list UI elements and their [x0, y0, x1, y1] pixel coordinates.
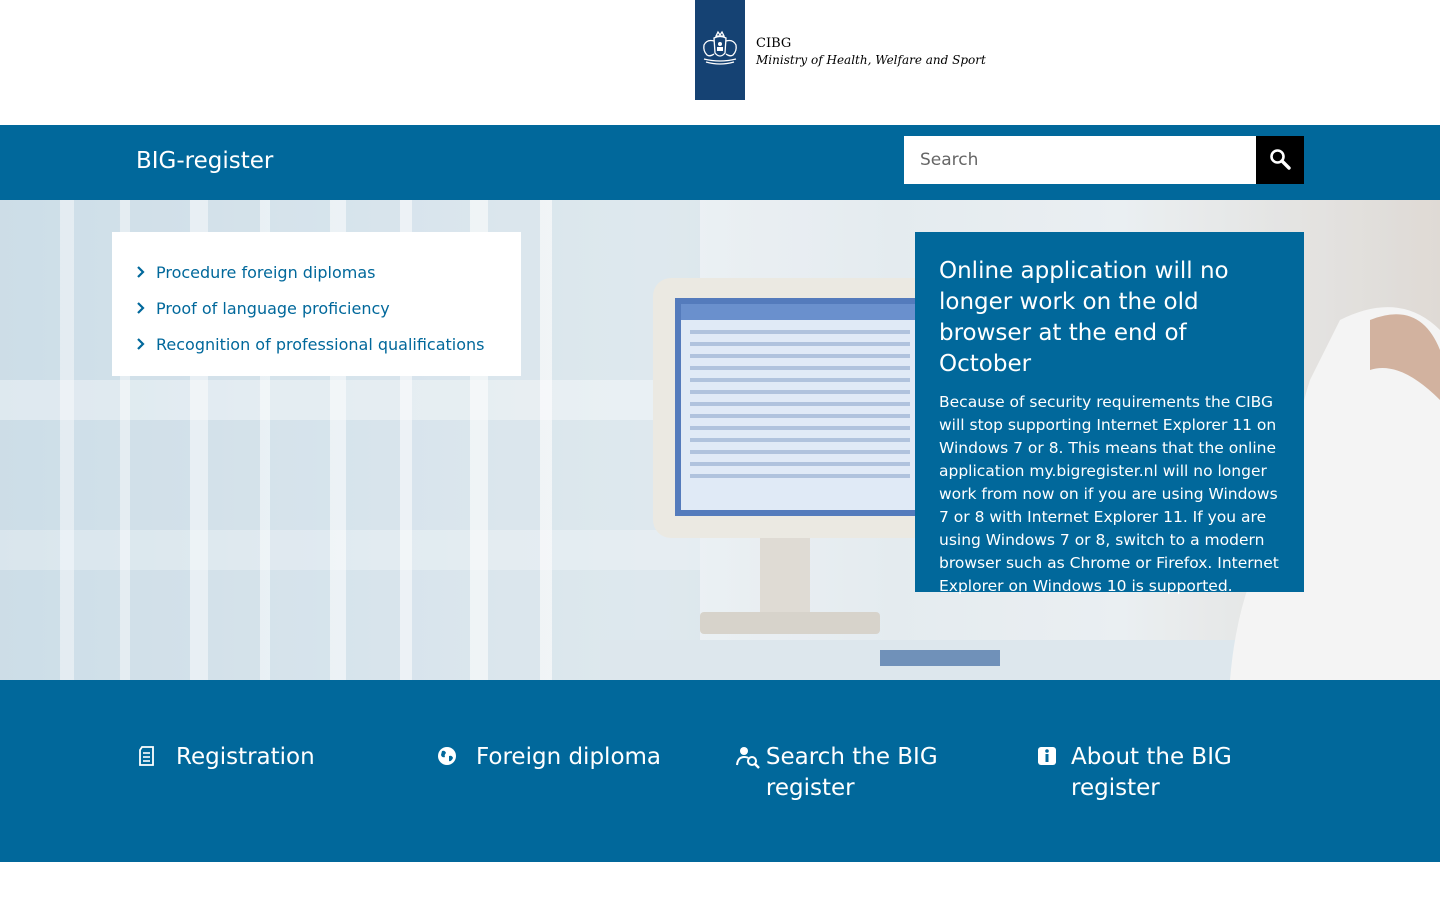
- chevron-right-icon: [136, 302, 156, 314]
- logo-ribbon: [695, 0, 745, 100]
- tile-label: Search the BIG register: [765, 744, 938, 801]
- quick-links-panel: Procedure foreign diplomas Proof of lang…: [112, 232, 521, 376]
- link-label: Procedure foreign diplomas: [156, 262, 376, 282]
- chevron-right-icon: [136, 338, 156, 350]
- tile-registration[interactable]: Registration: [136, 742, 396, 775]
- chevron-right-icon: [136, 266, 156, 278]
- tile-search-register[interactable]: Search the BIG register: [736, 742, 966, 804]
- link-label: Recognition of professional qualificatio…: [156, 334, 485, 354]
- site-title[interactable]: BIG-register: [136, 145, 273, 177]
- top-bar: BIG-register: [0, 125, 1440, 200]
- browser-notice-panel: Online application will no longer work o…: [915, 232, 1304, 595]
- tile-label: Foreign diploma: [476, 744, 662, 770]
- tile-foreign-diploma[interactable]: Foreign diploma: [436, 742, 696, 775]
- tile-about-register[interactable]: About the BIG register: [1036, 742, 1296, 804]
- tile-label: Registration: [176, 744, 315, 770]
- search-input[interactable]: [904, 136, 1256, 184]
- org-name: CIBG: [756, 36, 792, 51]
- globe-icon: [436, 742, 476, 775]
- link-proof-of-language-proficiency[interactable]: Proof of language proficiency: [136, 290, 521, 326]
- coat-of-arms-icon: [698, 29, 742, 71]
- notice-title[interactable]: Online application will no longer work o…: [939, 256, 1280, 380]
- tile-label: About the BIG register: [1071, 744, 1232, 801]
- document-icon: [136, 742, 176, 775]
- person-search-icon: [736, 742, 766, 775]
- hero-banner: Procedure foreign diplomas Proof of lang…: [0, 200, 1440, 680]
- info-icon: [1036, 742, 1071, 775]
- link-label: Proof of language proficiency: [156, 298, 390, 318]
- ministry-name: Ministry of Health, Welfare and Sport: [756, 53, 986, 67]
- link-procedure-foreign-diplomas[interactable]: Procedure foreign diplomas: [136, 254, 521, 290]
- search-icon: [1269, 148, 1291, 173]
- notice-body: Because of security requirements the CIB…: [939, 393, 1279, 595]
- navigation-tiles: Registration Foreign diploma Search the …: [0, 680, 1440, 862]
- search-button[interactable]: [1256, 136, 1304, 184]
- site-logo[interactable]: CIBG Ministry of Health, Welfare and Spo…: [695, 0, 986, 100]
- link-recognition-of-professional-qualifications[interactable]: Recognition of professional qualificatio…: [136, 326, 521, 362]
